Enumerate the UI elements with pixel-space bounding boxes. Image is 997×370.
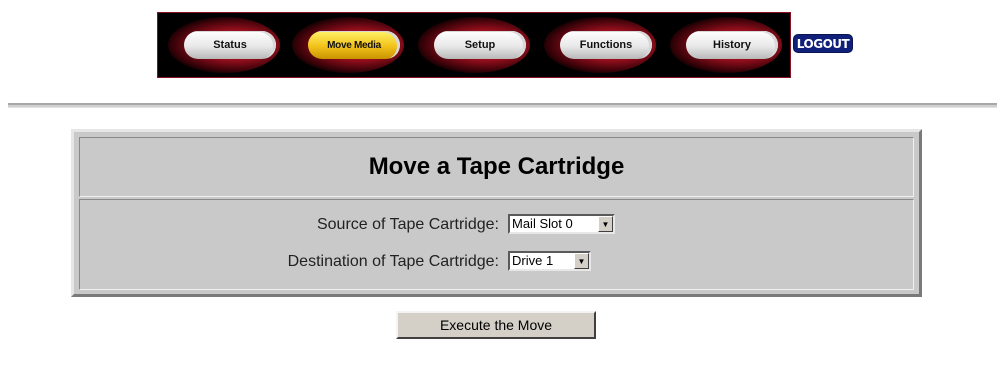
- dropdown-arrow-icon[interactable]: ▼: [574, 253, 589, 269]
- source-label: Source of Tape Cartridge:: [316, 216, 499, 233]
- source-row: Source of Tape Cartridge: Mail Slot 0 ▼: [80, 212, 915, 238]
- source-select[interactable]: Mail Slot 0 ▼: [508, 214, 615, 234]
- source-select-value: Mail Slot 0: [512, 216, 573, 231]
- nav-tab-status[interactable]: Status: [166, 13, 282, 77]
- nav-tab-functions[interactable]: Functions: [542, 13, 658, 77]
- dropdown-arrow-icon[interactable]: ▼: [598, 216, 613, 232]
- nav-tab-label: Functions: [560, 31, 652, 59]
- nav-tab-setup[interactable]: Setup: [416, 13, 532, 77]
- horizontal-divider: [8, 103, 997, 108]
- nav-tab-label: Move Media: [308, 31, 400, 59]
- destination-select-value: Drive 1: [512, 253, 554, 268]
- destination-row: Destination of Tape Cartridge: Drive 1 ▼: [80, 249, 915, 275]
- destination-select[interactable]: Drive 1 ▼: [508, 251, 591, 271]
- nav-banner: Status Move Media Setup Functions Histor…: [157, 12, 791, 78]
- nav-tab-history[interactable]: History: [668, 13, 784, 77]
- destination-label: Destination of Tape Cartridge:: [287, 253, 499, 270]
- nav-tab-move-media[interactable]: Move Media: [290, 13, 406, 77]
- panel-title: Move a Tape Cartridge: [79, 137, 914, 197]
- logout-button[interactable]: LOGOUT: [793, 34, 853, 53]
- nav-tab-label: Status: [184, 31, 276, 59]
- panel-form: Source of Tape Cartridge: Mail Slot 0 ▼ …: [79, 199, 914, 290]
- execute-move-button[interactable]: Execute the Move: [396, 311, 596, 339]
- nav-tab-label: Setup: [434, 31, 526, 59]
- move-cartridge-panel: Move a Tape Cartridge Source of Tape Car…: [71, 129, 922, 297]
- nav-tab-label: History: [686, 31, 778, 59]
